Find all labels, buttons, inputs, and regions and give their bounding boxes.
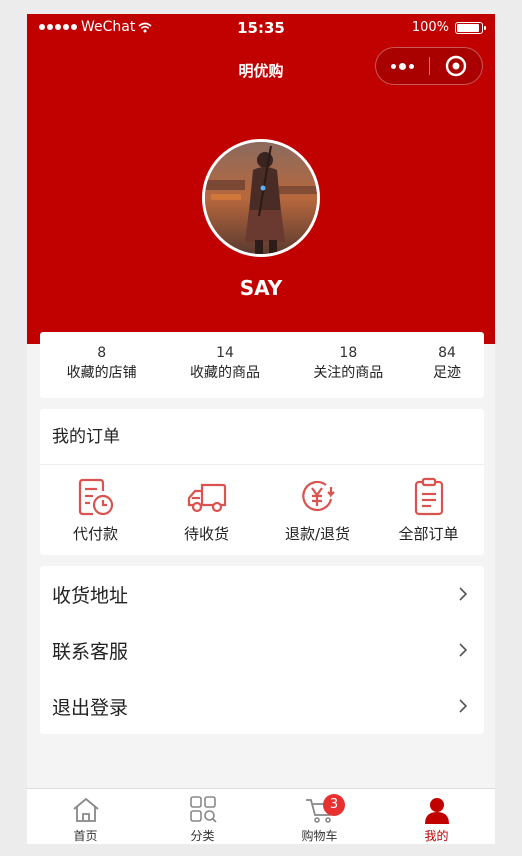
status-right: 100%: [411, 20, 486, 35]
menu-customer-service[interactable]: 联系客服: [40, 622, 484, 678]
order-label: 代付款: [72, 525, 118, 543]
category-icon: [189, 796, 217, 823]
cart-badge: 3: [323, 794, 345, 816]
mini-program-capsule: [375, 47, 483, 85]
tab-home[interactable]: 首页: [27, 789, 144, 844]
order-pending-payment[interactable]: 代付款: [40, 465, 151, 555]
stat-value: 84: [438, 345, 456, 361]
status-bar: WeChat 15:35 100%: [27, 14, 495, 42]
menu-shipping-address[interactable]: 收货地址: [40, 566, 484, 622]
phone-screen: WeChat 15:35 100% 明优购 SAY 8 收藏的店铺 14 收藏的…: [27, 14, 495, 844]
chevron-right-icon: [459, 643, 468, 657]
menu-card: 收货地址 联系客服 退出登录: [40, 566, 484, 734]
tab-cart[interactable]: 3 购物车: [261, 789, 378, 844]
orders-card: 我的订单 代付款 待收货 退款/退货 全部订单: [40, 409, 484, 555]
delivery-truck-icon: [187, 483, 226, 513]
tab-mine[interactable]: 我的: [378, 789, 495, 844]
order-label: 全部订单: [398, 525, 459, 543]
tab-category[interactable]: 分类: [144, 789, 261, 844]
refund-icon: [301, 480, 335, 512]
stat-value: 18: [339, 345, 358, 361]
avatar[interactable]: [202, 139, 320, 257]
stat-label: 收藏的店铺: [66, 365, 137, 381]
stat-label: 收藏的商品: [189, 365, 260, 381]
battery-percent: 100%: [411, 20, 449, 35]
stat-label: 足迹: [432, 365, 461, 381]
chevron-right-icon: [459, 699, 468, 713]
order-label: 待收货: [183, 525, 229, 543]
close-target-icon[interactable]: [430, 48, 482, 84]
order-all[interactable]: 全部订单: [373, 465, 484, 555]
stat-followed-products[interactable]: 18 关注的商品: [287, 332, 410, 398]
clipboard-icon: [414, 477, 443, 516]
orders-title: 我的订单: [40, 409, 484, 465]
stat-value: 8: [97, 345, 107, 361]
username: SAY: [239, 276, 283, 300]
order-refund-return[interactable]: 退款/退货: [262, 465, 373, 555]
menu-label: 联系客服: [52, 640, 129, 663]
pending-payment-icon: [78, 478, 113, 516]
chevron-right-icon: [459, 587, 468, 601]
tab-label: 我的: [424, 829, 449, 843]
orders-row: 代付款 待收货 退款/退货 全部订单: [40, 465, 484, 555]
stats-card: 8 收藏的店铺 14 收藏的商品 18 关注的商品 84 足迹: [40, 332, 484, 398]
avatar-image: [205, 142, 317, 254]
home-icon: [72, 797, 99, 822]
menu-label: 收货地址: [52, 584, 129, 607]
more-options-icon[interactable]: [376, 48, 429, 84]
stat-value: 14: [216, 345, 234, 361]
battery-icon: [455, 21, 486, 34]
order-awaiting-delivery[interactable]: 待收货: [151, 465, 262, 555]
tab-label: 首页: [73, 829, 98, 843]
tab-bar: 首页 分类 3 购物车 我的: [27, 788, 495, 844]
stat-favorite-products[interactable]: 14 收藏的商品: [163, 332, 286, 398]
menu-label: 退出登录: [52, 696, 129, 719]
tab-label: 分类: [190, 829, 215, 843]
menu-logout[interactable]: 退出登录: [40, 678, 484, 734]
stat-favorite-shops[interactable]: 8 收藏的店铺: [40, 332, 163, 398]
user-icon: [424, 798, 449, 824]
order-label: 退款/退货: [284, 525, 351, 543]
tab-label: 购物车: [301, 829, 338, 843]
battery-fill: [457, 23, 479, 32]
stat-footprints[interactable]: 84 足迹: [410, 332, 484, 398]
stat-label: 关注的商品: [313, 365, 384, 381]
